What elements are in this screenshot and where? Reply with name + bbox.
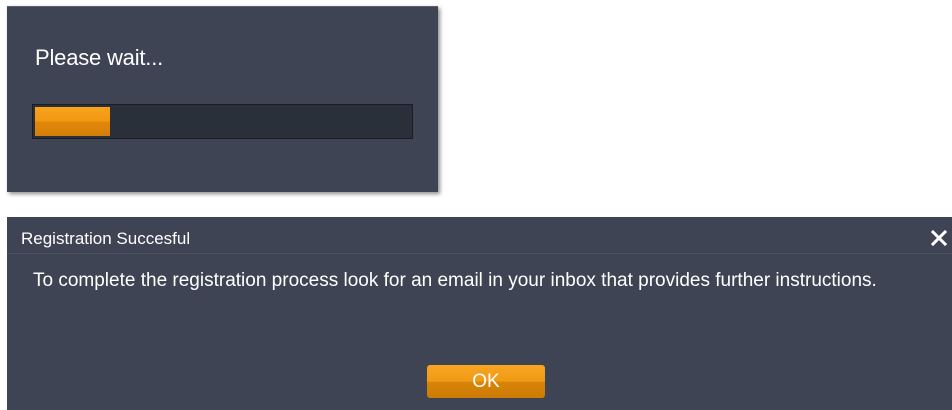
progress-bar bbox=[32, 104, 413, 139]
wait-message: Please wait... bbox=[35, 45, 164, 70]
registration-dialog: Registration Succesful To complete the r… bbox=[7, 217, 952, 410]
close-button[interactable] bbox=[928, 227, 950, 249]
close-icon bbox=[930, 229, 948, 247]
wait-dialog: Please wait... bbox=[7, 6, 438, 192]
title-divider bbox=[7, 253, 952, 254]
dialog-title: Registration Succesful bbox=[21, 229, 191, 248]
ok-button[interactable]: OK bbox=[427, 365, 545, 398]
progress-bar-fill bbox=[35, 107, 110, 136]
dialog-message: To complete the registration process loo… bbox=[33, 270, 877, 291]
